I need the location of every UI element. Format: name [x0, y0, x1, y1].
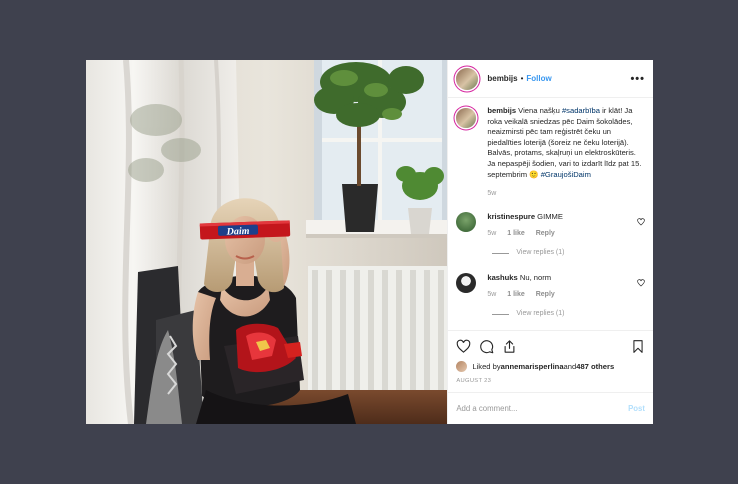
- share-icon[interactable]: [502, 339, 517, 354]
- likes-prefix: Liked by: [472, 362, 501, 371]
- hashtag-link[interactable]: #sadarbība: [562, 106, 600, 115]
- like-comment-heart-icon[interactable]: [637, 278, 645, 287]
- instagram-post: Daim bembijs • Follow ••• bembijs Viena …: [86, 60, 653, 424]
- likes-summary: Liked by annemarisperlina and 487 others: [456, 361, 645, 372]
- heart-icon[interactable]: [456, 339, 471, 354]
- comment-meta: 5w 1 like Reply: [487, 229, 631, 240]
- post-header: bembijs • Follow •••: [448, 60, 653, 98]
- reply-button[interactable]: Reply: [536, 230, 555, 237]
- caption-username[interactable]: bembijs: [487, 106, 516, 115]
- comment-text: GIMME: [535, 211, 563, 221]
- commenter-username[interactable]: kristinespure: [487, 212, 535, 221]
- header-separator: •: [520, 74, 524, 83]
- comment-likes[interactable]: 1 like: [507, 291, 525, 298]
- view-replies-button[interactable]: View replies (1): [492, 248, 631, 259]
- view-replies-button[interactable]: View replies (1): [492, 309, 631, 320]
- photo-illustration: Daim: [86, 60, 448, 424]
- add-comment-bar: Add a comment... Post: [448, 392, 653, 424]
- caption-text: bembijs Viena našķu #sadarbība ir klāt! …: [487, 106, 645, 200]
- commenter-avatar[interactable]: [456, 211, 477, 232]
- comment-body: kristinespure GIMME 5w 1 like Reply View…: [487, 212, 631, 259]
- caption: bembijs Viena našķu #sadarbība ir klāt! …: [456, 106, 645, 200]
- post-date[interactable]: AUGUST 23: [456, 378, 645, 384]
- add-comment-input[interactable]: Add a comment...: [456, 404, 517, 413]
- commenter-avatar[interactable]: [456, 272, 477, 293]
- post-actions: Liked by annemarisperlina and 487 others…: [448, 330, 653, 384]
- replies-divider: [492, 252, 510, 254]
- comment-meta: 5w 1 like Reply: [487, 290, 631, 301]
- more-icon[interactable]: •••: [630, 73, 645, 85]
- caption-meta: 5w: [487, 189, 645, 200]
- author-avatar[interactable]: [456, 67, 479, 90]
- caption-body-2: ir klāt! Ja roka veikalā sniedzas pēc Da…: [487, 106, 642, 179]
- comment-age: 5w: [487, 230, 497, 238]
- commenter-username[interactable]: kashuks: [487, 273, 517, 282]
- view-replies-label: View replies (1): [516, 248, 565, 256]
- comment-likes[interactable]: 1 like: [507, 230, 525, 237]
- daim-bar-label: Daim: [225, 226, 249, 238]
- like-comment-heart-icon[interactable]: [637, 218, 645, 226]
- caption-age: 5w: [487, 190, 497, 198]
- post-comment-button[interactable]: Post: [628, 404, 645, 413]
- comment-body: kashuks Nu, norm 5w 1 like Reply View re…: [487, 273, 631, 320]
- caption-avatar[interactable]: [456, 108, 477, 128]
- replies-divider: [492, 313, 510, 315]
- post-side-panel: bembijs • Follow ••• bembijs Viena našķu…: [447, 60, 653, 424]
- liker-avatar[interactable]: [456, 361, 468, 372]
- author-username[interactable]: bembijs: [487, 74, 517, 83]
- comments-section[interactable]: bembijs Viena našķu #sadarbība ir klāt! …: [448, 98, 653, 330]
- hashtag-link[interactable]: #GraujošiDaim: [541, 170, 591, 179]
- comment-icon[interactable]: [479, 339, 494, 354]
- comment-item: kashuks Nu, norm 5w 1 like Reply View re…: [456, 272, 645, 320]
- view-replies-label: View replies (1): [516, 309, 565, 317]
- reply-button[interactable]: Reply: [536, 291, 555, 298]
- comment-item: kristinespure GIMME 5w 1 like Reply View…: [456, 211, 645, 259]
- likes-and: and: [563, 362, 577, 371]
- comment-text: Nu, norm: [517, 272, 552, 282]
- liker-username[interactable]: annemarisperlina: [501, 362, 564, 371]
- post-photo[interactable]: Daim: [86, 60, 448, 424]
- comment-age: 5w: [487, 291, 497, 299]
- bookmark-icon[interactable]: [631, 339, 645, 354]
- action-icons: [456, 337, 645, 355]
- caption-body-1: Viena našķu: [516, 106, 562, 115]
- follow-button[interactable]: Follow: [526, 74, 551, 83]
- likes-others-count[interactable]: 487 others: [576, 362, 614, 371]
